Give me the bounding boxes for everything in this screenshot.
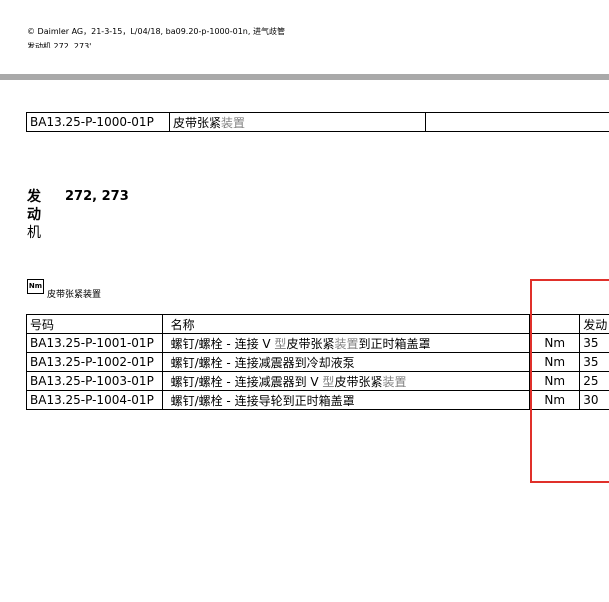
row-value: 35	[579, 352, 609, 372]
torque-nm-icon: Nm	[27, 279, 44, 294]
table-row: BA13.25-P-1003-01P 螺钉/螺栓 - 连接减震器到 V 型皮带张…	[26, 371, 609, 391]
row-name-grey: 装置	[382, 374, 407, 389]
header-name: 名称	[161, 314, 531, 334]
row-name-part: 螺钉/螺栓 - 连接减震器到 V	[170, 374, 323, 389]
row-name-grey: 装置	[334, 336, 359, 351]
document-source-line: © Daimler AG，21-3-15，L/04/18, ba09.20-p-…	[27, 27, 285, 36]
row-name-grey: 型	[274, 336, 287, 351]
row-name-part: 螺钉/螺栓 - 连接导轮到正时箱盖罩	[170, 393, 355, 408]
engine-label-plain: 机	[27, 225, 41, 241]
row-unit: Nm	[529, 390, 581, 410]
torque-table-header: 号码 名称 发动	[26, 314, 609, 334]
row-name: 螺钉/螺栓 - 连接导轮到正时箱盖罩	[161, 390, 531, 410]
header-engine: 发动	[579, 314, 609, 334]
row-name-part: 皮带张紧	[334, 374, 383, 389]
document-title-grey: 装置	[221, 115, 246, 130]
row-value: 30	[579, 390, 609, 410]
header-divider-bar	[0, 74, 609, 80]
row-name: 螺钉/螺栓 - 连接 V 型皮带张紧装置到正时箱盖罩	[161, 333, 531, 353]
row-name-part: 螺钉/螺栓 - 连接减震器到冷却液泵	[170, 355, 355, 370]
document-title-main: 皮带张紧	[173, 115, 222, 130]
row-code: BA13.25-P-1002-01P	[26, 352, 163, 372]
engine-value: 272, 273	[65, 189, 129, 204]
engine-label: 发动机	[27, 188, 47, 242]
row-unit: Nm	[529, 352, 581, 372]
row-unit: Nm	[529, 333, 581, 353]
row-value: 35	[579, 333, 609, 353]
row-unit: Nm	[529, 371, 581, 391]
document-code: BA13.25-P-1000-01P	[26, 112, 170, 132]
row-name-part: 皮带张紧	[286, 336, 335, 351]
row-name: 螺钉/螺栓 - 连接减震器到冷却液泵	[161, 352, 531, 372]
torque-table: 号码 名称 发动 BA13.25-P-1001-01P 螺钉/螺栓 - 连接 V…	[26, 314, 609, 410]
table-row: BA13.25-P-1001-01P 螺钉/螺栓 - 连接 V 型皮带张紧装置到…	[26, 333, 609, 353]
header-code: 号码	[26, 314, 163, 334]
row-name-grey: 型	[322, 374, 335, 389]
row-code: BA13.25-P-1004-01P	[26, 390, 163, 410]
row-name-part: 到正时箱盖罩	[358, 336, 431, 351]
document-title: 皮带张紧装置	[169, 112, 426, 132]
document-extra-cell	[425, 112, 609, 132]
row-value: 25	[579, 371, 609, 391]
row-code: BA13.25-P-1001-01P	[26, 333, 163, 353]
header-unit	[529, 314, 581, 334]
document-engine-line: 发动机 272, 273'	[27, 42, 92, 48]
engine-label-bold: 发动	[27, 189, 41, 223]
document-id-row: BA13.25-P-1000-01P 皮带张紧装置	[26, 112, 609, 132]
table-row: BA13.25-P-1004-01P 螺钉/螺栓 - 连接导轮到正时箱盖罩 Nm…	[26, 390, 609, 410]
row-name: 螺钉/螺栓 - 连接减震器到 V 型皮带张紧装置	[161, 371, 531, 391]
row-name-part: 螺钉/螺栓 - 连接 V	[170, 336, 275, 351]
table-row: BA13.25-P-1002-01P 螺钉/螺栓 - 连接减震器到冷却液泵 Nm…	[26, 352, 609, 372]
torque-section-caption: 皮带张紧装置	[47, 290, 102, 300]
document-id-table: BA13.25-P-1000-01P 皮带张紧装置	[26, 112, 609, 132]
row-code: BA13.25-P-1003-01P	[26, 371, 163, 391]
document-page: © Daimler AG，21-3-15，L/04/18, ba09.20-p-…	[0, 0, 609, 602]
